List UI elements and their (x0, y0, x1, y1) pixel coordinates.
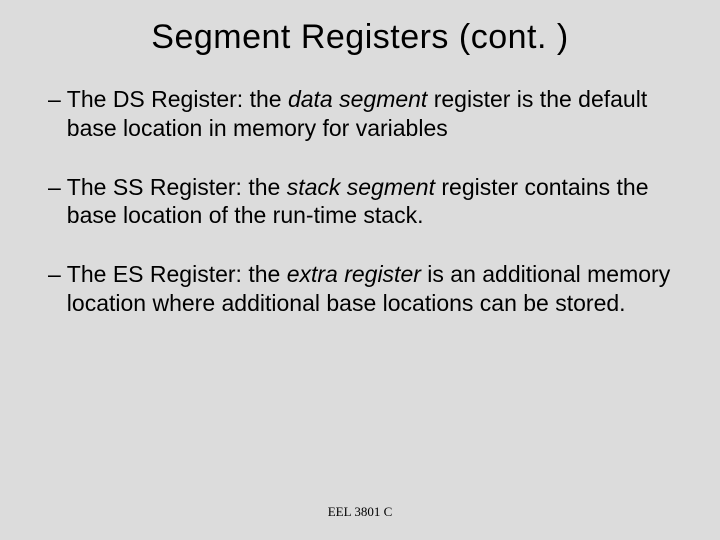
bullet-text: The ES Register: the extra register is a… (67, 260, 680, 318)
slide-title: Segment Registers (cont. ) (40, 18, 680, 57)
bullet-text-pre: The SS Register: the (67, 174, 287, 200)
slide: Segment Registers (cont. ) – The DS Regi… (0, 0, 720, 540)
bullet-dash-icon: – (48, 260, 67, 318)
bullet-list: – The DS Register: the data segment regi… (40, 85, 680, 318)
bullet-text-italic: extra register (287, 261, 421, 287)
list-item: – The DS Register: the data segment regi… (48, 85, 680, 143)
bullet-dash-icon: – (48, 85, 67, 143)
list-item: – The SS Register: the stack segment reg… (48, 173, 680, 231)
bullet-text: The DS Register: the data segment regist… (67, 85, 680, 143)
list-item: – The ES Register: the extra register is… (48, 260, 680, 318)
slide-footer: EEL 3801 C (0, 504, 720, 520)
bullet-text-italic: data segment (288, 86, 427, 112)
bullet-text-pre: The DS Register: the (67, 86, 288, 112)
bullet-dash-icon: – (48, 173, 67, 231)
bullet-text-italic: stack segment (287, 174, 435, 200)
bullet-text-pre: The ES Register: the (67, 261, 287, 287)
bullet-text: The SS Register: the stack segment regis… (67, 173, 680, 231)
